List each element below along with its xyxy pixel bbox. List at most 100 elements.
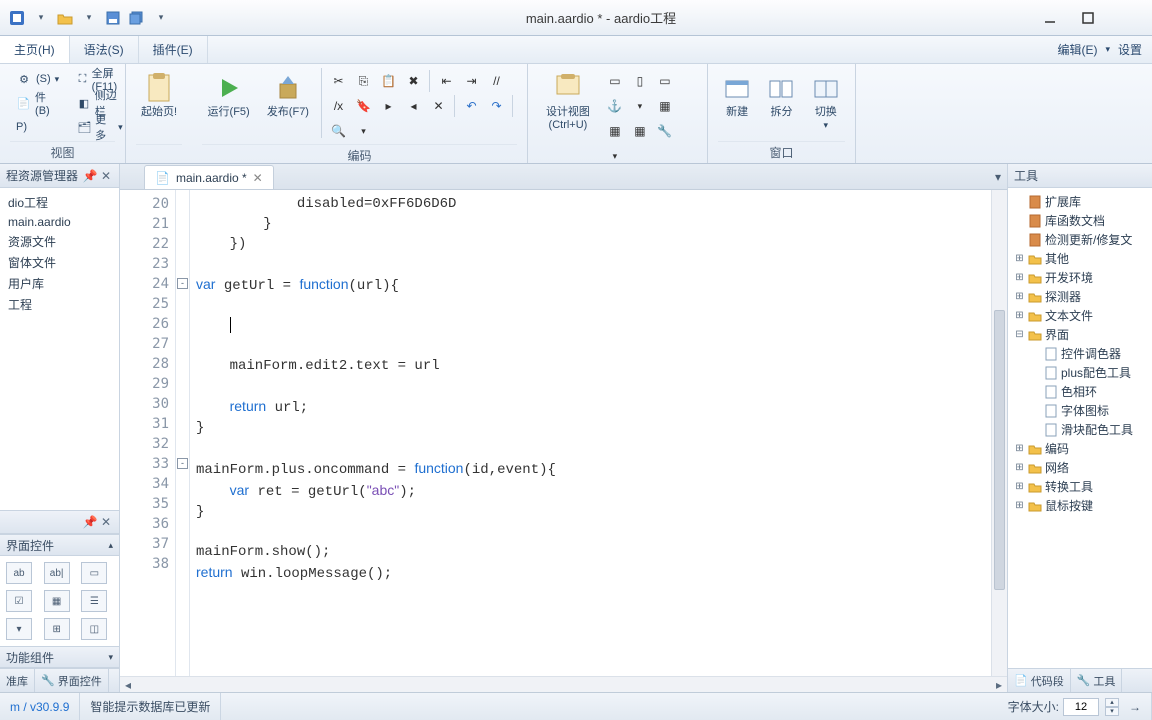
menu-syntax[interactable]: 语法(S) <box>70 36 139 63</box>
publish-button[interactable]: 发布(F7) <box>261 68 314 123</box>
design-view-button[interactable]: 设计视图(Ctrl+U) <box>538 68 598 136</box>
tab-tools[interactable]: 🔧工具 <box>1071 669 1123 692</box>
expand-icon[interactable]: ⊞ <box>1014 481 1025 492</box>
ctrl-table[interactable]: ⊞ <box>44 618 70 640</box>
ctrl-combo[interactable]: ▾ <box>6 618 32 640</box>
project-tree[interactable]: dio工程main.aardio资源文件窗体文件用户库工程 <box>0 188 119 510</box>
h-scroll-left-icon[interactable]: ◂ <box>120 678 136 692</box>
close-button[interactable] <box>1114 8 1138 28</box>
step-up-icon[interactable]: ▴ <box>1105 698 1119 707</box>
run-button[interactable]: 运行(F5) <box>202 68 255 123</box>
undo-icon[interactable]: ↶ <box>460 95 482 117</box>
ctrl-label[interactable]: ab <box>6 562 32 584</box>
editor-tab-main[interactable]: 📄 main.aardio * ✕ <box>144 165 274 189</box>
ctrl-textbox[interactable]: ab| <box>44 562 70 584</box>
ctrl-list[interactable]: ☰ <box>81 590 107 612</box>
grid3-icon[interactable]: ▦ <box>629 120 651 142</box>
ribbon-more[interactable]: 🗂更多▾ <box>71 116 128 138</box>
bookmark-icon[interactable]: 🔖 <box>352 95 374 117</box>
expand-icon[interactable]: ⊞ <box>1014 443 1025 454</box>
components-subheader[interactable]: 功能组件 ▾ <box>0 646 119 668</box>
fold-toggle[interactable]: - <box>177 278 188 289</box>
status-version[interactable]: m / v30.9.9 <box>0 693 80 720</box>
align-left-icon[interactable]: ▭ <box>604 70 626 92</box>
tool-node[interactable]: ⊞鼠标按键 <box>1010 496 1150 515</box>
open-icon[interactable] <box>54 7 76 29</box>
tree-item[interactable]: 资源文件 <box>2 231 117 252</box>
align-right-icon[interactable]: ▭ <box>654 70 676 92</box>
save-icon[interactable] <box>102 7 124 29</box>
bm-next-icon[interactable]: ▸ <box>377 95 399 117</box>
expand-icon[interactable]: ⊞ <box>1014 272 1025 283</box>
find-icon[interactable]: 🔍 <box>327 120 349 142</box>
expand-icon[interactable]: ⊟ <box>1014 329 1025 340</box>
panel-close-icon[interactable]: ✕ <box>99 169 113 183</box>
cut-icon[interactable]: ✂ <box>327 70 349 92</box>
tool-node[interactable]: ⊞其他 <box>1010 249 1150 268</box>
vertical-scrollbar[interactable] <box>991 190 1007 676</box>
comment-icon[interactable]: // <box>485 70 507 92</box>
tool-node[interactable]: 滑块配色工具 <box>1010 420 1150 439</box>
anchor-drop-icon[interactable]: ▾ <box>629 95 651 117</box>
tab-ui-controls[interactable]: 🔧界面控件 <box>35 669 109 692</box>
tool-node[interactable]: plus配色工具 <box>1010 363 1150 382</box>
tool-node[interactable]: ⊞网络 <box>1010 458 1150 477</box>
delete-icon[interactable]: ✖ <box>402 70 424 92</box>
qat-dropdown-icon[interactable]: ▾ <box>30 7 52 29</box>
tool-node[interactable]: 控件调色器 <box>1010 344 1150 363</box>
find-drop-icon[interactable]: ▾ <box>352 120 374 142</box>
tool-node[interactable]: 检测更新/修复文 <box>1010 230 1150 249</box>
ribbon-settings-button[interactable]: ⚙(S)▾ <box>10 68 65 90</box>
split-button[interactable]: 拆分 <box>762 68 800 123</box>
ribbon-file-button[interactable]: 📄件(B) <box>10 92 65 114</box>
tab-list-dropdown-icon[interactable]: ▾ <box>995 170 1001 184</box>
controls-subheader[interactable]: 界面控件 ▴ <box>0 534 119 556</box>
tree-item[interactable]: 窗体文件 <box>2 252 117 273</box>
new-window-button[interactable]: 新建 <box>718 68 756 123</box>
v-scroll-thumb[interactable] <box>994 310 1005 590</box>
switch-button[interactable]: 切换▾ <box>807 68 845 136</box>
panel2-close-icon[interactable]: ✕ <box>99 515 113 529</box>
h-scroll-right-icon[interactable]: ▸ <box>991 678 1007 692</box>
tool-node[interactable]: ⊟界面 <box>1010 325 1150 344</box>
minimize-button[interactable] <box>1038 8 1062 28</box>
tools-icon[interactable]: 🔧 <box>654 120 676 142</box>
expand-icon[interactable]: ⊞ <box>1014 253 1025 264</box>
bm-prev-icon[interactable]: ◂ <box>402 95 424 117</box>
qat-more-icon[interactable]: ▾ <box>150 7 172 29</box>
tool-node[interactable]: 字体图标 <box>1010 401 1150 420</box>
maximize-button[interactable] <box>1076 8 1100 28</box>
font-size-input[interactable] <box>1063 698 1099 716</box>
step-down-icon[interactable]: ▾ <box>1105 707 1119 716</box>
expand-icon[interactable]: ⊞ <box>1014 291 1025 302</box>
tool-node[interactable]: ⊞转换工具 <box>1010 477 1150 496</box>
ribbon-p-button[interactable]: P) <box>10 116 65 138</box>
copy-icon[interactable]: ⎘ <box>352 70 374 92</box>
tool-node[interactable]: ⊞开发环境 <box>1010 268 1150 287</box>
indent-right-icon[interactable]: ⇥ <box>460 70 482 92</box>
fold-toggle[interactable]: - <box>177 458 188 469</box>
tool-node[interactable]: 扩展库 <box>1010 192 1150 211</box>
tools-tree[interactable]: 扩展库库函数文档检测更新/修复文⊞其他⊞开发环境⊞探测器⊞文本文件⊟界面控件调色… <box>1008 188 1152 668</box>
code-content[interactable]: disabled=0xFF6D6D6D } }) var getUrl = fu… <box>190 190 1007 676</box>
paste-icon[interactable]: 📋 <box>377 70 399 92</box>
expand-icon[interactable]: ⊞ <box>1014 500 1025 511</box>
expand-icon[interactable]: ⊞ <box>1014 310 1025 321</box>
menu-edit[interactable]: 编辑(E) <box>1057 41 1097 58</box>
font-size-stepper[interactable]: ▴▾ <box>1105 698 1119 716</box>
pin-icon[interactable]: 📌 <box>83 169 97 183</box>
menu-plugin[interactable]: 插件(E) <box>139 36 208 63</box>
ctrl-panel[interactable]: ◫ <box>81 618 107 640</box>
horizontal-scrollbar[interactable]: ◂ ▸ <box>120 676 1007 692</box>
uncomment-icon[interactable]: /x <box>327 95 349 117</box>
tab-close-icon[interactable]: ✕ <box>253 171 263 185</box>
tool-node[interactable]: 色相环 <box>1010 382 1150 401</box>
grid2-icon[interactable]: ▦ <box>604 120 626 142</box>
tree-item[interactable]: 工程 <box>2 294 117 315</box>
indent-left-icon[interactable]: ⇤ <box>435 70 457 92</box>
menu-settings[interactable]: 设置 <box>1118 41 1142 58</box>
tree-item[interactable]: 用户库 <box>2 273 117 294</box>
next-hint-icon[interactable]: → <box>1129 700 1141 714</box>
app-icon[interactable] <box>6 7 28 29</box>
tree-item[interactable]: main.aardio <box>2 213 117 231</box>
